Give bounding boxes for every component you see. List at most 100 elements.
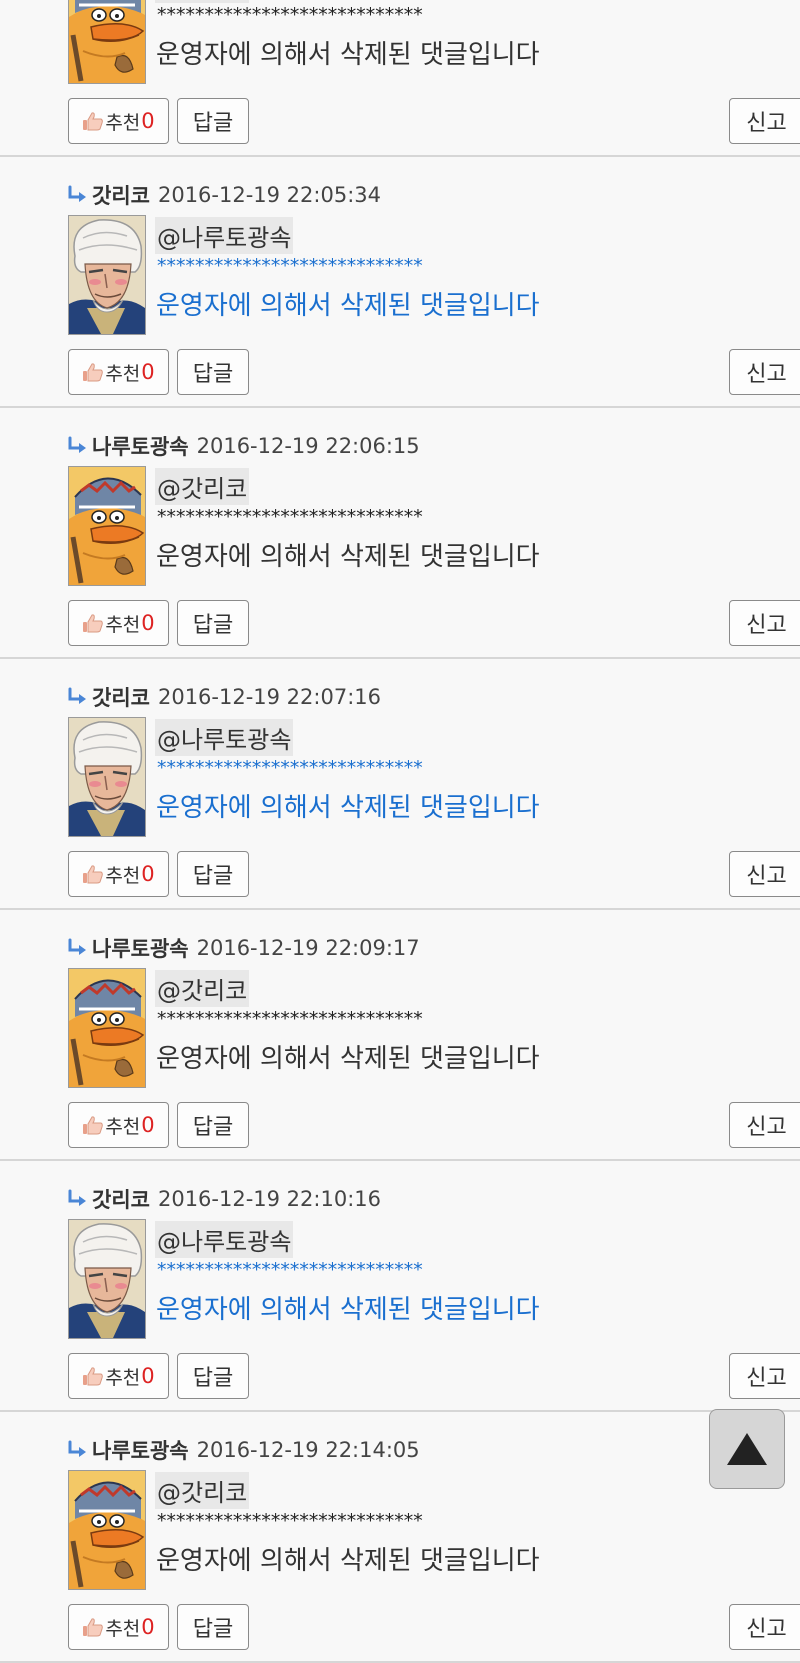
comment-masked-text: ****************************	[156, 1008, 424, 1030]
comment-body: 운영자에 의해서 삭제된 댓글입니다	[156, 1295, 540, 1325]
comment-item: 갓리코 2016-12-19 22:07:16 @나루토광속 *********…	[0, 659, 800, 910]
comment-masked-text: ****************************	[156, 1259, 424, 1281]
comment-masked-text: ****************************	[156, 1510, 424, 1532]
recommend-label: 추천	[105, 1115, 141, 1138]
thumbs-up-icon	[83, 614, 104, 633]
comment-body: 운영자에 의해서 삭제된 댓글입니다	[156, 1044, 540, 1074]
comment-masked-text: ****************************	[156, 4, 424, 26]
report-button[interactable]: 신고	[729, 98, 800, 144]
comment-mention: @나루토광속	[155, 719, 294, 756]
recommend-label: 추천	[105, 1617, 141, 1640]
avatar	[68, 1219, 146, 1339]
avatar	[68, 968, 146, 1088]
reply-button[interactable]: 답글	[177, 600, 249, 646]
comment-body: 운영자에 의해서 삭제된 댓글입니다	[156, 542, 540, 572]
triangle-up-icon	[727, 1433, 767, 1465]
comment-body: 운영자에 의해서 삭제된 댓글입니다	[156, 40, 540, 70]
comment-mention: @나루토광속	[155, 217, 294, 254]
comment-author[interactable]: 나루토광속	[92, 1435, 189, 1465]
recommend-count: 0	[141, 360, 155, 384]
recommend-label: 추천	[105, 864, 141, 887]
reply-button[interactable]: 답글	[177, 349, 249, 395]
comment-body: 운영자에 의해서 삭제된 댓글입니다	[156, 793, 540, 823]
thumbs-up-icon	[83, 1116, 104, 1135]
comment-masked-text: ****************************	[156, 757, 424, 779]
recommend-count: 0	[141, 1615, 155, 1639]
avatar	[68, 466, 146, 586]
reply-button[interactable]: 답글	[177, 1102, 249, 1148]
reply-button[interactable]: 답글	[177, 1353, 249, 1399]
report-button[interactable]: 신고	[729, 1102, 800, 1148]
thumbs-up-icon	[83, 363, 104, 382]
recommend-button[interactable]: 추천 0	[68, 1353, 169, 1399]
recommend-count: 0	[141, 611, 155, 635]
scroll-top-button[interactable]	[709, 1409, 785, 1489]
comment-item: 갓리코 2016-12-19 22:05:34 @나루토광속 *********…	[0, 157, 800, 408]
comment-meta: 갓리코 2016-12-19 22:05:34	[66, 181, 381, 209]
recommend-count: 0	[141, 1113, 155, 1137]
comment-author[interactable]: 나루토광속	[92, 431, 189, 461]
comment-date: 2016-12-19 22:07:16	[157, 685, 382, 709]
comment-meta: 나루토광속 2016-12-19 22:14:05	[66, 1436, 420, 1464]
reply-button[interactable]: 답글	[177, 851, 249, 897]
recommend-label: 추천	[105, 111, 141, 134]
comment-meta: 나루토광속 2016-12-19 22:09:17	[66, 934, 420, 962]
comment-item: 나루토광속 2016-12-19 22:06:15 @갓리코 *********…	[0, 408, 800, 659]
reply-arrow-icon	[68, 1440, 86, 1457]
recommend-button[interactable]: 추천 0	[68, 98, 169, 144]
recommend-button[interactable]: 추천 0	[68, 851, 169, 897]
recommend-button[interactable]: 추천 0	[68, 349, 169, 395]
recommend-count: 0	[141, 109, 155, 133]
comment-list: 나루토광속 2016-12-19 22:04:12 @갓리코 *********…	[0, 0, 800, 1663]
recommend-button[interactable]: 추천 0	[68, 1102, 169, 1148]
comment-author[interactable]: 갓리코	[92, 180, 150, 210]
report-button[interactable]: 신고	[729, 1604, 800, 1650]
reply-arrow-icon	[68, 185, 86, 202]
reply-arrow-icon	[68, 687, 86, 704]
thumbs-up-icon	[83, 1367, 104, 1386]
thumbs-up-icon	[83, 865, 104, 884]
comment-mention: @갓리코	[155, 0, 250, 3]
thumbs-up-icon	[83, 112, 104, 131]
comment-mention: @나루토광속	[155, 1221, 294, 1258]
reply-button[interactable]: 답글	[177, 1604, 249, 1650]
recommend-button[interactable]: 추천 0	[68, 1604, 169, 1650]
comment-body: 운영자에 의해서 삭제된 댓글입니다	[156, 1546, 540, 1576]
comment-meta: 갓리코 2016-12-19 22:10:16	[66, 1185, 381, 1213]
reply-button[interactable]: 답글	[177, 98, 249, 144]
recommend-count: 0	[141, 862, 155, 886]
comment-item: 나루토광속 2016-12-19 22:09:17 @갓리코 *********…	[0, 910, 800, 1161]
reply-arrow-icon	[68, 1189, 86, 1206]
comment-masked-text: ****************************	[156, 506, 424, 528]
recommend-label: 추천	[105, 613, 141, 636]
comment-date: 2016-12-19 22:10:16	[157, 1187, 382, 1211]
report-button[interactable]: 신고	[729, 349, 800, 395]
avatar	[68, 215, 146, 335]
comment-meta: 갓리코 2016-12-19 22:07:16	[66, 683, 381, 711]
comment-mention: @갓리코	[155, 1472, 250, 1509]
comment-date: 2016-12-19 22:09:17	[196, 936, 420, 960]
comment-author[interactable]: 갓리코	[92, 682, 150, 712]
thumbs-up-icon	[83, 1618, 104, 1637]
recommend-button[interactable]: 추천 0	[68, 600, 169, 646]
avatar	[68, 1470, 146, 1590]
recommend-label: 추천	[105, 362, 141, 385]
comment-mention: @갓리코	[155, 970, 250, 1007]
comment-date: 2016-12-19 22:05:34	[157, 183, 382, 207]
comment-item: 나루토광속 2016-12-19 22:14:05 @갓리코 *********…	[0, 1412, 800, 1663]
comment-date: 2016-12-19 22:14:05	[196, 1438, 420, 1462]
comment-item: 나루토광속 2016-12-19 22:04:12 @갓리코 *********…	[0, 0, 800, 157]
avatar	[68, 717, 146, 837]
comment-meta: 나루토광속 2016-12-19 22:06:15	[66, 432, 420, 460]
comment-author[interactable]: 갓리코	[92, 1184, 150, 1214]
comment-item: 갓리코 2016-12-19 22:10:16 @나루토광속 *********…	[0, 1161, 800, 1412]
report-button[interactable]: 신고	[729, 851, 800, 897]
comment-body: 운영자에 의해서 삭제된 댓글입니다	[156, 291, 540, 321]
reply-arrow-icon	[68, 938, 86, 955]
comment-masked-text: ****************************	[156, 255, 424, 277]
report-button[interactable]: 신고	[729, 600, 800, 646]
avatar	[68, 0, 146, 84]
reply-arrow-icon	[68, 436, 86, 453]
comment-author[interactable]: 나루토광속	[92, 933, 189, 963]
report-button[interactable]: 신고	[729, 1353, 800, 1399]
